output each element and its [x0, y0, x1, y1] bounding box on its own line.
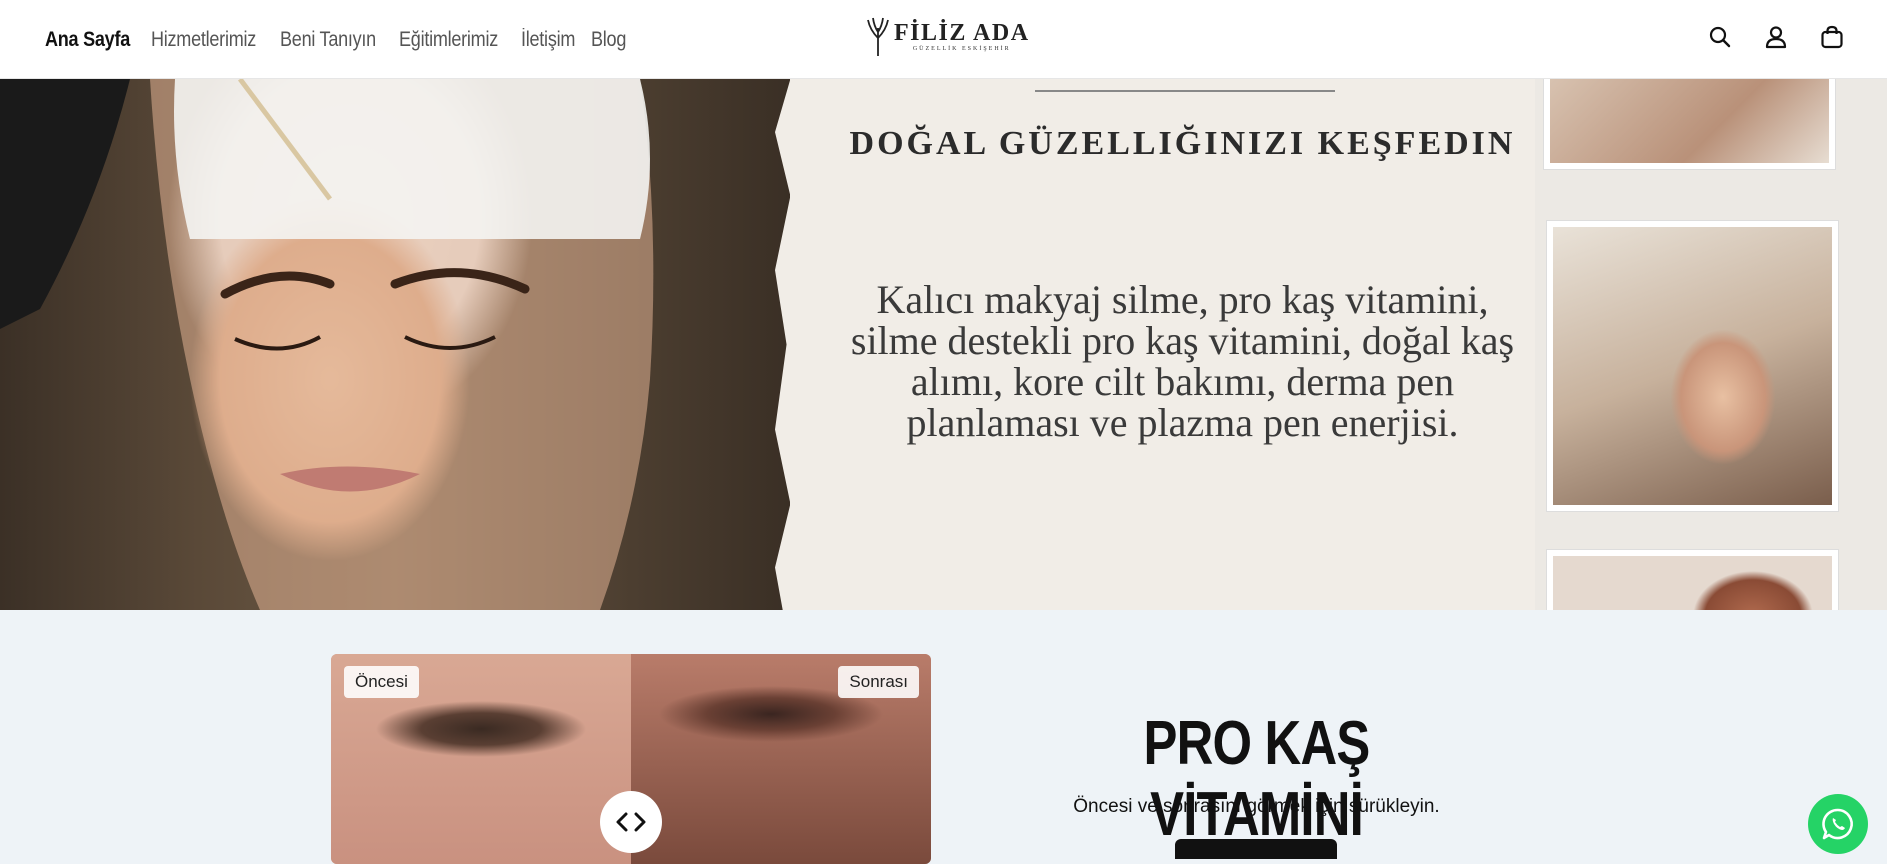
- header-actions: [1707, 24, 1845, 50]
- hero-text-panel: DOĞAL GÜZELLIĞINIZI KEŞFEDIN Kalıcı maky…: [775, 79, 1545, 610]
- whatsapp-button[interactable]: [1808, 794, 1868, 854]
- search-icon[interactable]: [1707, 24, 1733, 50]
- hero-body: Kalıcı makyaj silme, pro kaş vitamini, s…: [850, 277, 1515, 445]
- nav-about[interactable]: Beni Tanıyın: [280, 28, 376, 52]
- after-label: Sonrası: [838, 666, 919, 698]
- feature-cta-button[interactable]: [1175, 839, 1337, 859]
- logo-subtitle: GÜZELLİK ESKİŞEHİR: [912, 45, 1011, 52]
- hero-banner[interactable]: DOĞAL GÜZELLIĞINIZI KEŞFEDIN Kalıcı maky…: [0, 79, 1887, 610]
- decorative-line: [1035, 90, 1335, 92]
- site-header: Ana Sayfa Hizmetlerimiz Beni Tanıyın Eği…: [0, 0, 1887, 79]
- nav-contact[interactable]: İletişim: [521, 28, 575, 52]
- feature-section: [0, 610, 1887, 852]
- logo-mark-icon: [867, 17, 889, 56]
- cart-icon[interactable]: [1819, 24, 1845, 50]
- slider-handle[interactable]: [600, 791, 662, 853]
- nav-trainings[interactable]: Eğitimlerimiz: [399, 28, 498, 52]
- arrows-left-right-icon: [616, 812, 646, 832]
- hero-heading: DOĞAL GÜZELLIĞINIZI KEŞFEDIN: [849, 125, 1516, 162]
- brand-logo[interactable]: FİLİZ ADA GÜZELLİK ESKİŞEHİR: [866, 14, 1030, 58]
- before-label: Öncesi: [344, 666, 419, 698]
- logo-name: FİLİZ ADA: [894, 19, 1030, 46]
- strip-photo-1: [1544, 79, 1835, 169]
- feature-title: PRO KAŞ VİTAMİNİ: [1143, 709, 1371, 849]
- feature-subtitle: Öncesi ve sonrasını görmek için sürükley…: [1073, 796, 1440, 817]
- hero-face-illustration: [0, 79, 654, 610]
- strip-photo-3: [1547, 550, 1838, 610]
- hero-photo: [0, 79, 790, 610]
- whatsapp-icon: [1822, 808, 1853, 840]
- nav-blog[interactable]: Blog: [591, 28, 626, 52]
- user-icon[interactable]: [1763, 24, 1789, 50]
- hero-photo-strip: [1535, 79, 1887, 610]
- nav-services[interactable]: Hizmetlerimiz: [151, 28, 256, 52]
- nav-home[interactable]: Ana Sayfa: [45, 28, 130, 52]
- strip-photo-2: [1547, 221, 1838, 511]
- main-nav: Ana Sayfa Hizmetlerimiz Beni Tanıyın Eği…: [45, 0, 626, 79]
